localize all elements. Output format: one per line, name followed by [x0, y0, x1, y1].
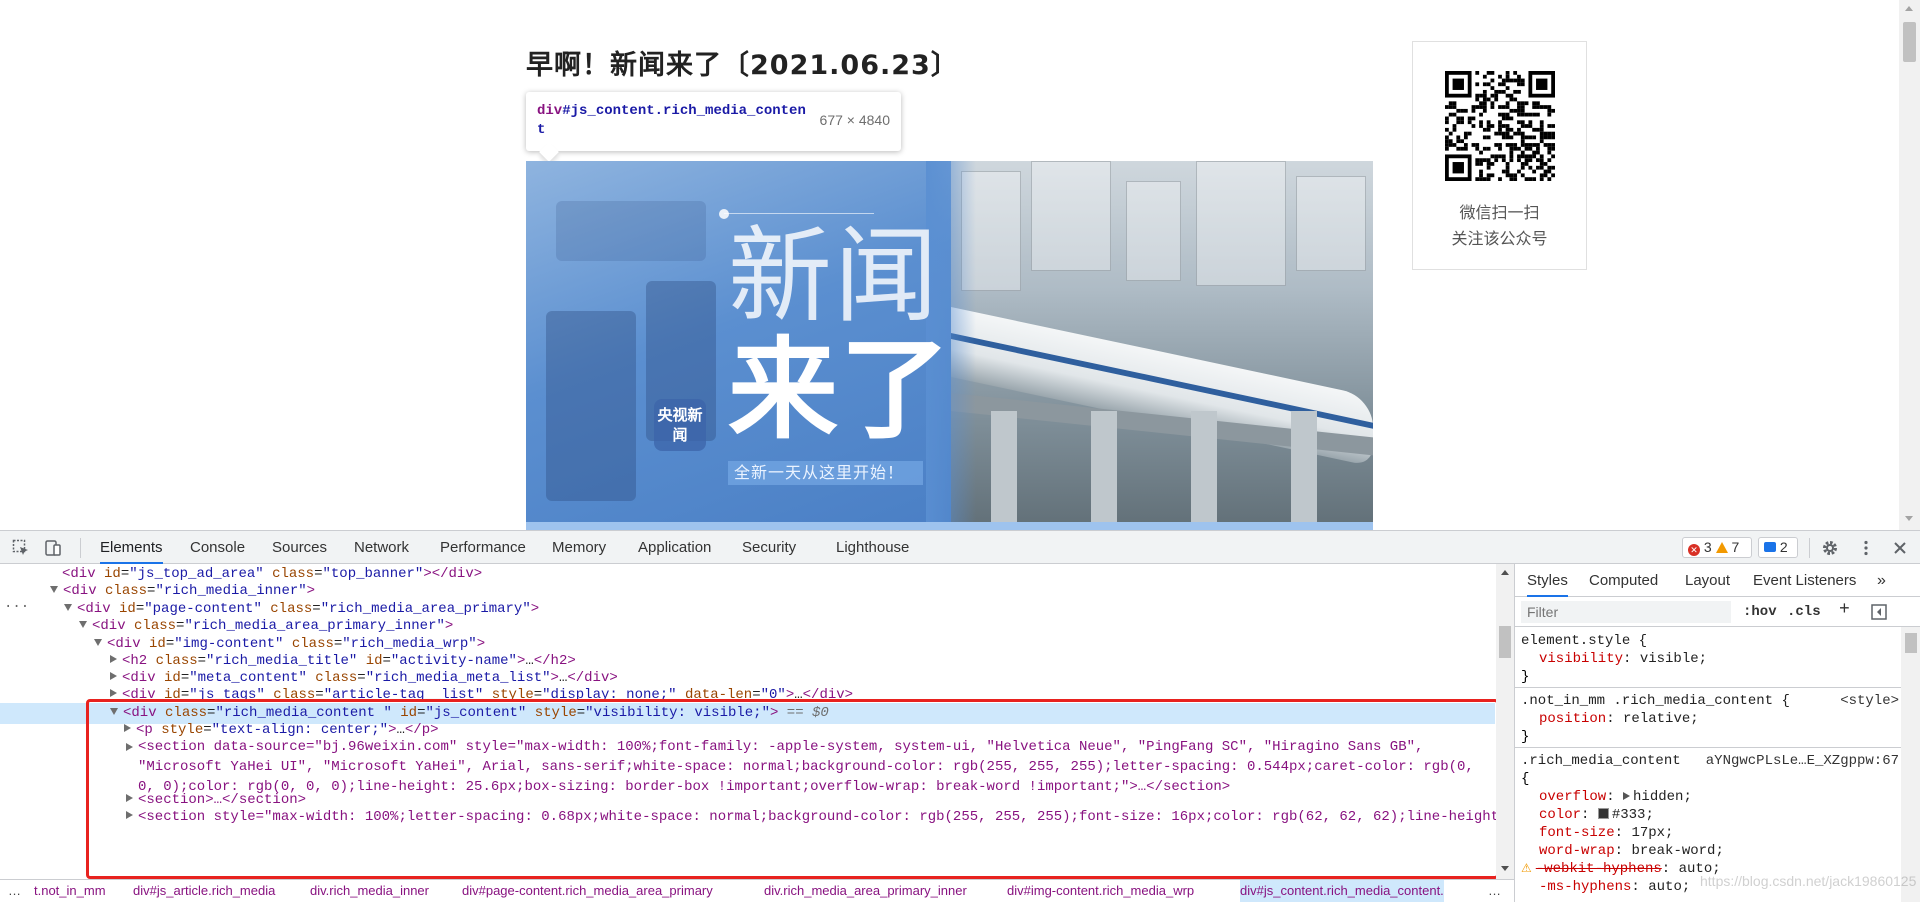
tab-computed[interactable]: Computed [1589, 564, 1658, 597]
tab-elements[interactable]: Elements [100, 531, 163, 564]
devtools-panel: Elements Console Sources Network Perform… [0, 530, 1920, 902]
elements-dom-tree[interactable]: <div id="js_top_ad_area" class="top_bann… [0, 564, 1514, 879]
qr-caption-line2: 关注该公众号 [1451, 229, 1548, 248]
tab-lighthouse[interactable]: Lighthouse [836, 531, 909, 564]
error-icon: ✕ [1688, 544, 1700, 556]
scroll-down-icon[interactable] [1905, 516, 1913, 521]
breadcrumb-more-right[interactable]: … [1488, 880, 1501, 902]
page-scrollbar[interactable] [1899, 0, 1920, 530]
dom-node[interactable]: <section style="max-width: 100%;letter-s… [0, 807, 1507, 828]
warning-icon [1715, 542, 1728, 553]
breadcrumb-item[interactable]: t.not_in_mm [34, 880, 106, 902]
article-title: 早啊！新闻来了〔2021.06.23〕 [526, 50, 959, 81]
breadcrumb-item[interactable]: div#js_article.rich_media [133, 880, 275, 902]
tooltip-tag: div [537, 103, 563, 119]
close-icon[interactable] [1891, 539, 1909, 557]
breadcrumb-item[interactable]: div.rich_media_inner [310, 880, 429, 902]
inspect-element-icon[interactable] [12, 539, 30, 557]
qr-card: 微信扫一扫 关注该公众号 [1412, 41, 1587, 270]
elements-scrollbar[interactable] [1496, 564, 1514, 879]
tab-memory[interactable]: Memory [552, 531, 606, 564]
expand-triangle-icon[interactable] [50, 586, 58, 593]
device-toggle-icon[interactable] [44, 539, 62, 557]
expand-triangle-icon[interactable] [110, 689, 117, 697]
breadcrumb: … t.not_in_mm div#js_article.rich_media … [0, 879, 1514, 902]
inspect-tooltip: div#js_content.rich_media_content 677 × … [526, 92, 901, 151]
expand-triangle-icon[interactable] [110, 708, 118, 715]
page-viewport: 早啊！新闻来了〔2021.06.23〕 div#js_content.rich_… [0, 0, 1920, 530]
watermark: https://blog.csdn.net/jack19860125 [1700, 873, 1917, 889]
expand-triangle-icon[interactable] [64, 604, 72, 611]
styles-scrollbar[interactable] [1901, 627, 1920, 902]
new-rule-icon[interactable]: + [1839, 600, 1850, 620]
scrollbar-thumb[interactable] [1499, 626, 1511, 658]
tab-application[interactable]: Application [638, 531, 711, 564]
tab-security[interactable]: Security [742, 531, 796, 564]
tab-performance[interactable]: Performance [440, 531, 526, 564]
cctv-news-logo: 央视新闻 [654, 399, 706, 451]
style-rule[interactable]: .not_in_mm .rich_media_content {<style> p… [1515, 692, 1901, 746]
styles-tabs: Styles Computed Layout Event Listeners » [1515, 564, 1920, 597]
hero-headline-top: 新闻 [728, 215, 941, 337]
qr-caption: 微信扫一扫 关注该公众号 [1413, 200, 1586, 252]
error-warning-badge[interactable]: ✕ 3 7 [1682, 537, 1752, 558]
tab-layout[interactable]: Layout [1685, 564, 1730, 597]
expand-triangle-icon[interactable] [124, 724, 131, 732]
qr-code-icon [1445, 71, 1555, 181]
devtools-toolbar: Elements Console Sources Network Perform… [0, 531, 1920, 564]
tab-network[interactable]: Network [354, 531, 409, 564]
breadcrumb-item[interactable]: div.rich_media_area_primary_inner [764, 880, 967, 902]
styles-filter-row: :hov .cls + [1515, 597, 1920, 627]
tab-styles[interactable]: Styles [1527, 564, 1568, 597]
tab-console[interactable]: Console [190, 531, 245, 564]
breadcrumb-more-left[interactable]: … [8, 880, 21, 902]
hov-toggle[interactable]: :hov [1743, 604, 1777, 620]
message-count: 2 [1779, 539, 1788, 555]
expand-triangle-icon[interactable] [94, 639, 102, 646]
hero-slogan: 全新一天从这里开始！ [728, 461, 923, 485]
more-tabs-icon[interactable]: » [1877, 564, 1886, 597]
selected-node-ellipsis[interactable]: ··· [4, 599, 29, 615]
more-options-icon[interactable] [1857, 539, 1875, 557]
qr-caption-line1: 微信扫一扫 [1459, 203, 1540, 222]
scrollbar-thumb[interactable] [1903, 22, 1916, 62]
scroll-down-icon[interactable] [1501, 866, 1509, 871]
dom-node[interactable]: <section data-source="bj.96weixin.com" s… [0, 737, 1495, 795]
expand-triangle-icon[interactable] [79, 621, 87, 628]
tab-sources[interactable]: Sources [272, 531, 327, 564]
tab-event-listeners[interactable]: Event Listeners [1753, 564, 1856, 597]
style-rule[interactable]: element.style {visibility: visible;} [1515, 632, 1901, 686]
tooltip-id-class: #js_content.rich_media_content [537, 103, 806, 138]
expand-triangle-icon[interactable] [110, 655, 117, 663]
hero-railway-scene [951, 161, 1373, 530]
cls-toggle[interactable]: .cls [1787, 604, 1821, 620]
scrollbar-thumb[interactable] [1905, 633, 1917, 653]
hero-headline-bottom: 来了 [728, 326, 952, 454]
breadcrumb-item-current[interactable]: div#js_content.rich_media_content. [1240, 880, 1444, 902]
styles-sidebar: Styles Computed Layout Event Listeners »… [1514, 564, 1920, 902]
expand-triangle-icon[interactable] [110, 672, 117, 680]
toggle-sidebar-icon[interactable] [1871, 604, 1887, 620]
scroll-up-icon[interactable] [1501, 570, 1509, 575]
hero-image: 新闻 来了 央视新闻 全新一天从这里开始！ [526, 161, 1373, 530]
tooltip-size: 677 × 4840 [819, 112, 890, 128]
tooltip-selector: div#js_content.rich_media_content [537, 102, 807, 140]
scroll-up-icon[interactable] [1905, 6, 1913, 11]
breadcrumb-item[interactable]: div#page-content.rich_media_area_primary [462, 880, 713, 902]
messages-badge[interactable]: 2 [1758, 537, 1798, 558]
warning-count: 7 [1731, 539, 1740, 555]
error-count: 3 [1703, 539, 1712, 555]
message-icon [1764, 542, 1776, 552]
styles-filter-input[interactable] [1521, 601, 1731, 623]
gear-icon[interactable] [1821, 539, 1839, 557]
breadcrumb-item[interactable]: div#img-content.rich_media_wrp [1007, 880, 1194, 902]
